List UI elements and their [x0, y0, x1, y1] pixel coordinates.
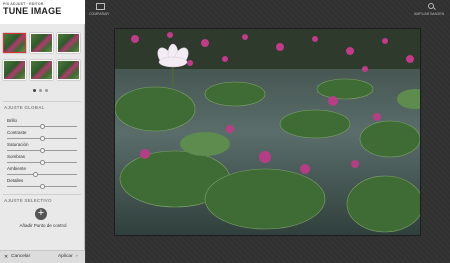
- panel-footer: ✕ Cancelar Aplicar ›: [0, 250, 85, 263]
- slider-label-ambiente: Ambiente: [7, 166, 27, 171]
- slider-label-saturacion: Saturación: [7, 142, 29, 147]
- plus-icon: +: [37, 207, 45, 219]
- chevron-right-icon[interactable]: ›: [76, 254, 78, 259]
- pager-dot[interactable]: [33, 89, 36, 92]
- slider-knob[interactable]: [39, 148, 45, 153]
- slider-label-brillo: Brillo: [7, 118, 18, 123]
- tune-image-app: PIX ADJUST · EDITOR TUNE IMAGE AJUSTE GL…: [0, 0, 450, 263]
- zoom-label: AMPLIAR IMAGEN: [414, 12, 445, 16]
- divider: [3, 194, 81, 195]
- cancel-button[interactable]: Cancelar: [11, 254, 30, 259]
- preset-thumb[interactable]: [3, 60, 26, 80]
- preset-pager: [33, 88, 53, 92]
- slider-contraste[interactable]: [7, 136, 77, 141]
- lily-pond-image: [115, 29, 420, 235]
- slider-saturacion[interactable]: [7, 148, 77, 153]
- image-viewport: COMPARAR AMPLIAR IMAGEN: [86, 0, 450, 263]
- preset-thumb[interactable]: [3, 33, 26, 53]
- adjust-panel: PIX ADJUST · EDITOR TUNE IMAGE AJUSTE GL…: [0, 0, 85, 263]
- slider-knob[interactable]: [39, 124, 45, 129]
- slider-knob[interactable]: [33, 172, 38, 177]
- add-control-point-label: Añadir Punto de control: [19, 223, 67, 228]
- slider-sombras[interactable]: [7, 160, 77, 165]
- slider-knob[interactable]: [39, 184, 45, 189]
- slider-knob[interactable]: [39, 160, 45, 165]
- slider-label-detalles: Detalles: [7, 178, 24, 183]
- global-adjust-heading: AJUSTE GLOBAL: [4, 105, 45, 110]
- title-block: PIX ADJUST · EDITOR TUNE IMAGE: [0, 0, 85, 24]
- pager-dot[interactable]: [45, 89, 48, 92]
- slider-knob[interactable]: [39, 136, 45, 141]
- compare-icon: [96, 3, 105, 10]
- close-icon[interactable]: ✕: [4, 254, 8, 260]
- pager-dot[interactable]: [39, 89, 42, 92]
- slider-ambiente[interactable]: [7, 172, 77, 177]
- app-title: TUNE IMAGE: [3, 6, 62, 16]
- add-control-point-button[interactable]: +: [35, 208, 47, 220]
- slider-detalles[interactable]: [7, 184, 77, 189]
- slider-brillo[interactable]: [7, 124, 77, 129]
- preset-thumb[interactable]: [30, 60, 53, 80]
- edited-photo[interactable]: [114, 28, 421, 236]
- slider-label-sombras: Sombras: [7, 154, 26, 159]
- selective-adjust-heading: AJUSTE SELECTIVO: [4, 198, 52, 203]
- apply-button[interactable]: Aplicar: [58, 254, 73, 259]
- preset-thumb[interactable]: [57, 33, 80, 53]
- preset-thumb[interactable]: [30, 33, 53, 53]
- slider-label-contraste: Contraste: [7, 130, 27, 135]
- preset-thumb[interactable]: [57, 60, 80, 80]
- compare-label: COMPARAR: [89, 12, 109, 16]
- divider: [3, 101, 81, 102]
